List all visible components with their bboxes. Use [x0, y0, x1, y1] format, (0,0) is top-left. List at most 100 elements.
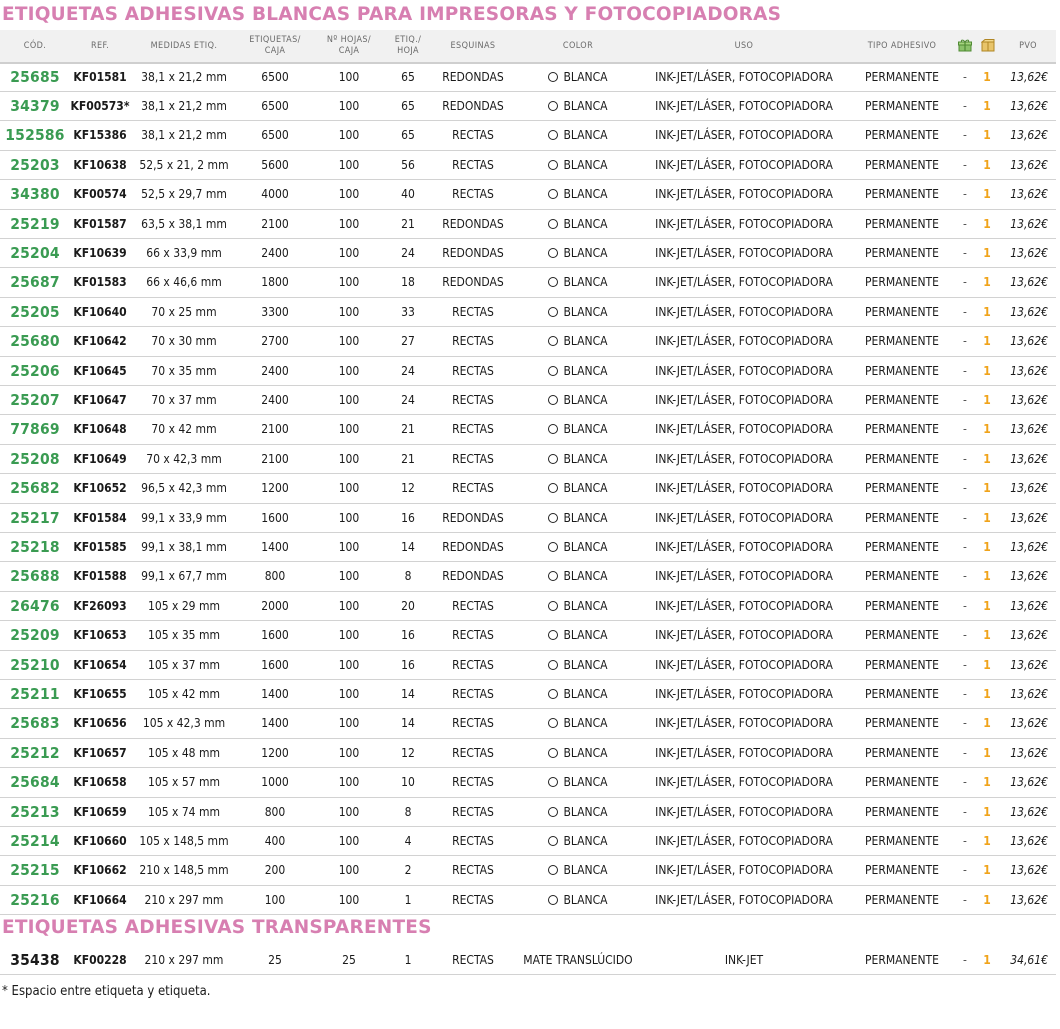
- cell-color: BLANCA: [516, 679, 640, 708]
- cell-etiquetas-caja-text: 1000: [261, 775, 289, 790]
- cell-pack: -: [956, 297, 974, 326]
- cell-hojas-caja-text: 100: [338, 775, 360, 790]
- cell-tipo-adhesivo: PERMANENTE: [848, 679, 956, 708]
- cell-esquinas-text: RECTAS: [452, 952, 494, 967]
- cell-pack-text: -: [963, 216, 967, 231]
- cell-etiquetas-caja-text: 1200: [261, 745, 289, 760]
- cell-cod-text: 25211: [10, 684, 60, 703]
- cell-hojas-caja-text: 100: [338, 392, 360, 407]
- cell-box-qty: 1: [978, 327, 996, 356]
- cell-cod: 25213: [0, 797, 70, 826]
- cell-pvo-text: 13,62€: [1010, 245, 1048, 260]
- cell-etiquetas-caja-text: 2400: [261, 363, 289, 378]
- circle-icon: [548, 130, 559, 141]
- cell-pack: -: [956, 591, 974, 620]
- cell-ref-text: KF10662: [73, 863, 127, 878]
- cell-cod: 25217: [0, 503, 70, 532]
- table-row: 25685 KF01581 38,1 x 21,2 mm 6500 100 65 REDON…: [0, 62, 1056, 92]
- cell-medidas: 70 x 42,3 mm: [130, 444, 238, 473]
- cell-tipo-adhesivo-text: PERMANENTE: [865, 157, 939, 172]
- cell-etiquetas-caja: 1200: [238, 474, 312, 503]
- cell-pvo-text: 13,62€: [1010, 128, 1048, 143]
- cell-uso-text: INK-JET/LÁSER, FOTOCOPIADORA: [655, 98, 833, 113]
- cell-ref: KF10647: [70, 385, 130, 414]
- cell-hojas-caja: 100: [312, 679, 386, 708]
- cell-ref-text: KF00574: [73, 187, 127, 202]
- cell-medidas-text: 38,1 x 21,2 mm: [141, 98, 227, 113]
- cell-pvo-text: 13,62€: [1010, 157, 1048, 172]
- cell-uso-text: INK-JET/LÁSER, FOTOCOPIADORA: [655, 481, 833, 496]
- cell-cod: 25680: [0, 327, 70, 356]
- cell-tipo-adhesivo-text: PERMANENTE: [865, 716, 939, 731]
- cell-cod-text: 35438: [10, 950, 60, 969]
- cell-hojas-caja-text: 100: [338, 804, 360, 819]
- cell-hojas-caja: 100: [312, 150, 386, 179]
- cell-ref-text: KF10664: [73, 892, 127, 907]
- table-row: 25212 KF10657 105 x 48 mm 1200 100 12 RECTAS BL…: [0, 738, 1056, 769]
- cell-uso-text: INK-JET: [724, 952, 764, 967]
- cell-tipo-adhesivo-text: PERMANENTE: [865, 775, 939, 790]
- circle-icon: [548, 865, 559, 876]
- cell-ref: KF01588: [70, 562, 130, 591]
- cell-color-text: BLANCA: [563, 422, 608, 437]
- cell-etiq-hoja: 4: [386, 826, 430, 855]
- cell-box-qty: 1: [978, 797, 996, 826]
- cell-etiq-hoja-text: 16: [401, 657, 415, 672]
- cell-pack: -: [956, 562, 974, 591]
- cell-color-text: BLANCA: [563, 128, 608, 143]
- circle-icon: [548, 806, 559, 817]
- circle-icon: [548, 189, 559, 200]
- cell-color: BLANCA: [516, 591, 640, 620]
- cell-ref-text: KF10639: [73, 245, 127, 260]
- cell-pvo-text: 13,62€: [1010, 628, 1048, 643]
- cell-esquinas-text: RECTAS: [452, 863, 494, 878]
- cell-medidas: 70 x 37 mm: [130, 385, 238, 414]
- cell-ref: KF10660: [70, 826, 130, 855]
- cell-cod-text: 34380: [10, 185, 60, 204]
- header-medidas: MEDIDAS ETIQ.: [150, 40, 218, 51]
- cell-esquinas-text: RECTAS: [452, 157, 494, 172]
- cell-color: MATE TRANSLÚCIDO: [516, 945, 640, 974]
- cell-box-qty-text: 1: [983, 598, 991, 613]
- cell-color-text: BLANCA: [563, 775, 608, 790]
- table-row: 25682 KF10652 96,5 x 42,3 mm 1200 100 12 RECTA…: [0, 474, 1056, 504]
- table-row: 35438 KF00228 210 x 297 mm 25 25 1 RECTAS MATE …: [0, 945, 1056, 975]
- cell-medidas: 210 x 297 mm: [130, 885, 238, 914]
- cell-esquinas-text: RECTAS: [452, 745, 494, 760]
- cell-ref: KF10638: [70, 150, 130, 179]
- cell-color-text: BLANCA: [563, 275, 608, 290]
- cell-ref-text: KF10653: [73, 628, 127, 643]
- cell-cod: 152586: [0, 121, 70, 150]
- cell-pack: -: [956, 327, 974, 356]
- cell-color-text: BLANCA: [563, 686, 608, 701]
- cell-etiq-hoja: 12: [386, 474, 430, 503]
- cell-tipo-adhesivo: PERMANENTE: [848, 268, 956, 297]
- cell-cod-text: 25685: [10, 67, 60, 86]
- catalog-page: ETIQUETAS ADHESIVAS BLANCAS PARA IMPRESO…: [0, 0, 1060, 1029]
- cell-uso: INK-JET/LÁSER, FOTOCOPIADORA: [640, 532, 848, 561]
- cell-color: BLANCA: [516, 826, 640, 855]
- cell-etiq-hoja-text: 20: [401, 598, 415, 613]
- cell-pvo-text: 13,62€: [1010, 510, 1048, 525]
- cell-tipo-adhesivo: PERMANENTE: [848, 856, 956, 885]
- cell-hojas-caja-text: 100: [338, 628, 360, 643]
- cell-tipo-adhesivo: PERMANENTE: [848, 150, 956, 179]
- cell-esquinas: RECTAS: [430, 297, 516, 326]
- cell-etiq-hoja-text: 16: [401, 510, 415, 525]
- cell-tipo-adhesivo-text: PERMANENTE: [865, 275, 939, 290]
- cell-pvo: 34,61€: [996, 945, 1048, 974]
- table-row: 25208 KF10649 70 x 42,3 mm 2100 100 21 RECTAS B…: [0, 444, 1056, 475]
- cell-pack-text: -: [963, 539, 967, 554]
- table-row: 25214 KF10660 105 x 148,5 mm 400 100 4 RECTAS B…: [0, 826, 1056, 857]
- cell-uso-text: INK-JET/LÁSER, FOTOCOPIADORA: [655, 275, 833, 290]
- cell-etiquetas-caja-text: 3300: [261, 304, 289, 319]
- cell-ref: KF00573*: [70, 91, 130, 120]
- cell-etiquetas-caja-text: 800: [264, 569, 286, 584]
- cell-esquinas: RECTAS: [430, 738, 516, 767]
- cell-pvo-text: 13,62€: [1010, 187, 1048, 202]
- cell-esquinas-text: REDONDAS: [442, 539, 504, 554]
- cell-medidas: 105 x 57 mm: [130, 768, 238, 797]
- cell-box-qty-text: 1: [983, 275, 991, 290]
- cell-hojas-caja: 100: [312, 709, 386, 738]
- cell-hojas-caja: 100: [312, 444, 386, 473]
